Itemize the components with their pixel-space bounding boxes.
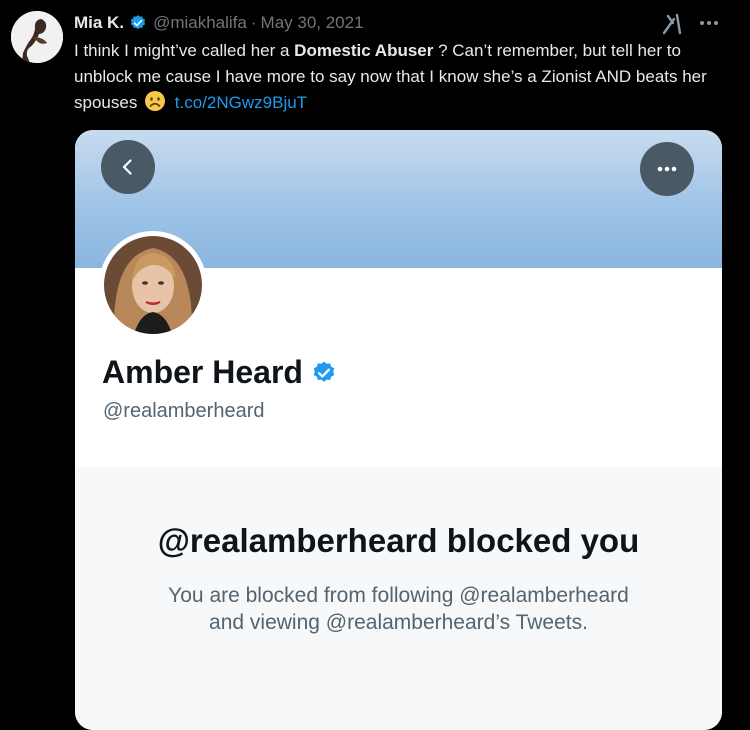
frowning-face-icon xyxy=(144,90,166,120)
tweet-text: I think I might’ve called her a Domestic… xyxy=(74,38,724,120)
back-button[interactable] xyxy=(101,140,155,194)
verified-badge-icon xyxy=(129,14,147,32)
profile-avatar[interactable] xyxy=(99,231,207,339)
blocked-description: You are blocked from following @realambe… xyxy=(115,582,682,636)
author-avatar[interactable] xyxy=(11,11,63,63)
blocked-description-line1: You are blocked from following @realambe… xyxy=(168,584,629,607)
profile-handle: @realamberheard xyxy=(103,400,265,422)
blocked-description-line2: and viewing @realamberheard’s Tweets. xyxy=(209,611,588,634)
tweet-link[interactable]: t.co/2NGwz9BjuT xyxy=(175,93,307,112)
tweet-text-bold: Domestic Abuser xyxy=(294,41,434,60)
author-handle[interactable]: @miakhalifa xyxy=(153,13,247,33)
chevron-left-icon xyxy=(122,159,132,175)
author-name[interactable]: Mia K. xyxy=(74,13,124,33)
tweet-text-part1: I think I might’ve called her a xyxy=(74,41,295,60)
more-options-icon[interactable] xyxy=(696,13,722,33)
embedded-image-card[interactable]: Amber Heard @realamberheard @realamberhe… xyxy=(75,130,722,730)
grok-icon[interactable] xyxy=(660,12,688,36)
profile-more-button[interactable] xyxy=(640,142,694,196)
tweet-date[interactable]: May 30, 2021 xyxy=(261,13,364,33)
profile-name: Amber Heard xyxy=(102,354,337,391)
tweet-header: Mia K. @miakhalifa · May 30, 2021 xyxy=(74,12,364,34)
blocked-title: @realamberheard blocked you xyxy=(157,522,640,559)
profile-photo xyxy=(104,236,202,334)
verified-badge-icon xyxy=(311,360,337,386)
more-horizontal-icon xyxy=(657,166,677,172)
separator-dot: · xyxy=(250,13,257,32)
author-avatar-image xyxy=(11,11,63,63)
profile-name-text: Amber Heard xyxy=(102,354,303,390)
